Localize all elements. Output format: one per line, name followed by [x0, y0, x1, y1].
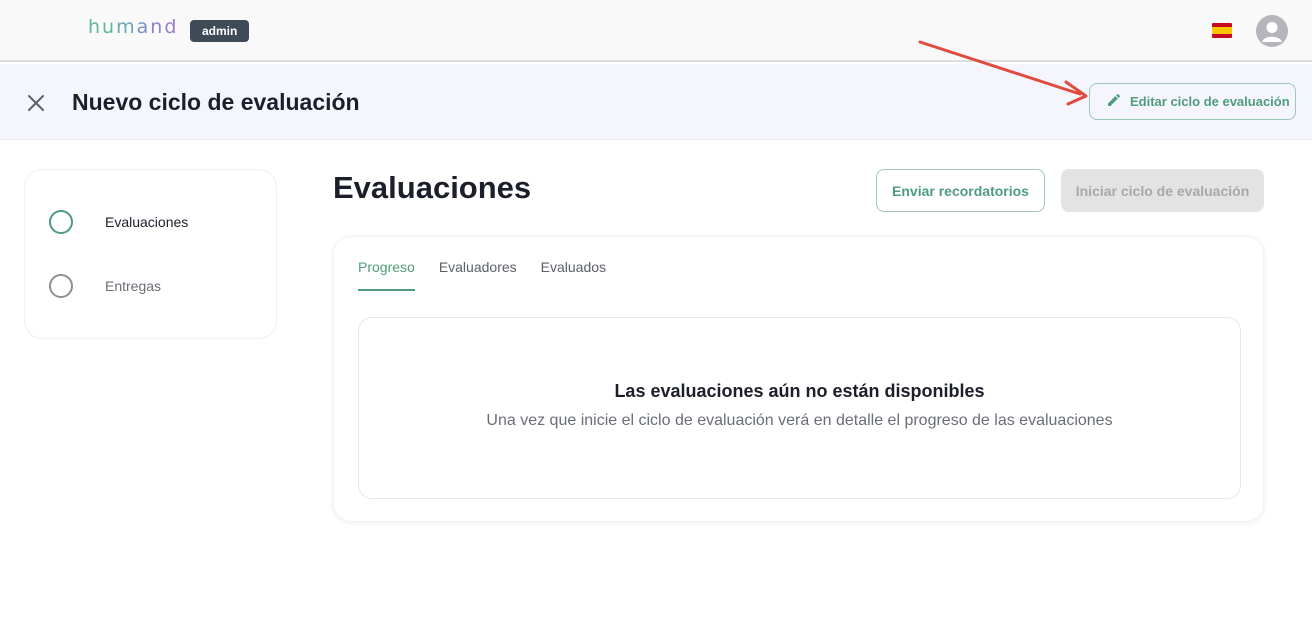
evaluations-card: Progreso Evaluadores Evaluados Las evalu…	[333, 236, 1264, 522]
pencil-icon	[1106, 92, 1122, 111]
edit-cycle-button[interactable]: Editar ciclo de evaluación	[1089, 83, 1296, 120]
empty-state-title: Las evaluaciones aún no están disponible…	[614, 381, 985, 401]
empty-state: Las evaluaciones aún no están disponible…	[358, 317, 1241, 499]
tab-evaluados[interactable]: Evaluados	[541, 259, 606, 291]
spain-flag-icon[interactable]	[1212, 23, 1232, 38]
empty-state-description: Una vez que inicie el ciclo de evaluació…	[486, 412, 1113, 429]
close-icon[interactable]	[24, 91, 48, 115]
logo-letter: n	[150, 16, 165, 38]
logo-letter: d	[164, 16, 179, 38]
admin-badge: admin	[190, 20, 250, 42]
logo-letter: u	[102, 16, 117, 38]
start-cycle-button: Iniciar ciclo de evaluación	[1061, 169, 1264, 212]
step-label: Entregas	[105, 278, 162, 294]
step-entregas[interactable]: Entregas	[49, 273, 161, 299]
logo-letter: h	[88, 16, 103, 38]
tab-bar: Progreso Evaluadores Evaluados	[358, 259, 606, 291]
tab-evaluadores[interactable]: Evaluadores	[439, 259, 517, 291]
step-evaluaciones[interactable]: Evaluaciones	[49, 209, 188, 235]
page-title: Nuevo ciclo de evaluación	[72, 89, 360, 115]
send-reminders-button[interactable]: Enviar recordatorios	[876, 169, 1045, 212]
step-circle-icon	[49, 274, 73, 298]
logo-letter: a	[136, 16, 151, 38]
logo-letter: m	[116, 16, 137, 38]
humand-logo[interactable]: humand	[88, 16, 178, 38]
step-circle-icon	[49, 210, 73, 234]
section-title: Evaluaciones	[333, 170, 532, 205]
edit-cycle-label: Editar ciclo de evaluación	[1130, 94, 1290, 109]
user-avatar-icon[interactable]	[1256, 15, 1288, 47]
step-label: Evaluaciones	[105, 214, 189, 230]
tab-progreso[interactable]: Progreso	[358, 259, 415, 291]
steps-panel: Evaluaciones Entregas	[24, 169, 277, 339]
top-bar: humand admin	[0, 0, 1312, 62]
cycle-header: Nuevo ciclo de evaluación Editar ciclo d…	[0, 64, 1312, 140]
